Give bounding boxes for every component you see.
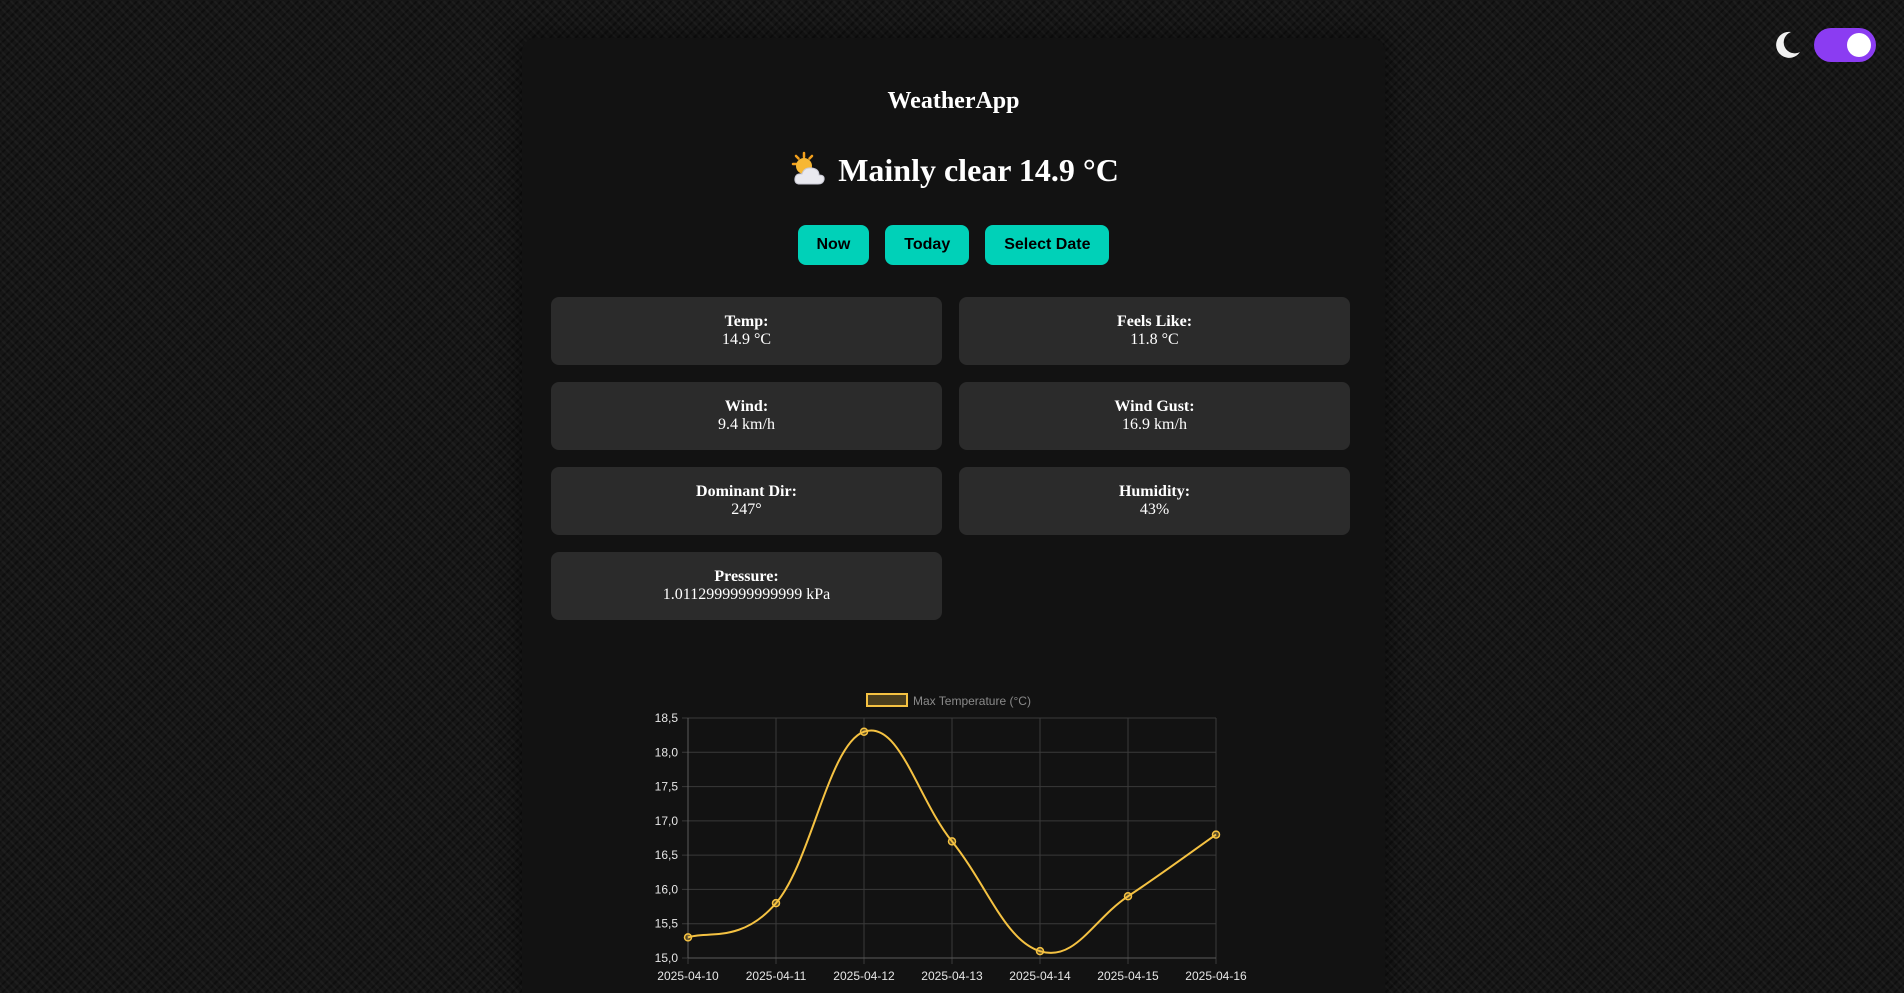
metric-label: Wind: bbox=[724, 398, 769, 415]
theme-toggle[interactable] bbox=[1770, 28, 1876, 62]
x-tick-label: 2025-04-12 bbox=[833, 969, 895, 983]
metric-feels-like: Feels Like: 11.8 °C bbox=[959, 297, 1350, 365]
app-card: WeatherApp Mainly clear 14.9 °C Now Toda… bbox=[522, 38, 1385, 993]
now-button[interactable]: Now bbox=[797, 225, 870, 265]
y-tick-label: 15,0 bbox=[655, 951, 679, 965]
metric-value: 16.9 km/h bbox=[1122, 416, 1187, 433]
x-tick-label: 2025-04-16 bbox=[1185, 969, 1247, 983]
max-temperature-chart: 15,0 15,5 16,0 16,5 17,0 17,5 18,0 18,5 2025-04-… bbox=[522, 643, 1385, 993]
time-range-buttons: Now Today Select Date bbox=[522, 225, 1385, 265]
x-tick-label: 2025-04-13 bbox=[921, 969, 983, 983]
metric-value: 9.4 km/h bbox=[718, 416, 775, 433]
metric-humidity: Humidity: 43% bbox=[959, 467, 1350, 535]
y-tick-label: 17,5 bbox=[655, 780, 679, 794]
moon-icon bbox=[1776, 31, 1800, 58]
x-tick-label: 2025-04-11 bbox=[746, 969, 807, 983]
metric-value: 247° bbox=[731, 501, 762, 518]
metric-label: Pressure: bbox=[714, 568, 779, 585]
metric-label: Temp: bbox=[724, 313, 769, 330]
data-point bbox=[683, 933, 693, 942]
y-tick-label: 16,5 bbox=[655, 848, 679, 862]
x-tick-label: 2025-04-15 bbox=[1097, 969, 1159, 983]
metric-label: Humidity: bbox=[1118, 483, 1191, 500]
metric-pressure: Pressure: 1.0112999999999999 kPa bbox=[551, 552, 942, 620]
metric-value: 11.8 °C bbox=[1130, 331, 1179, 348]
data-point bbox=[947, 837, 957, 846]
y-tick-label: 18,5 bbox=[655, 711, 679, 725]
metric-value: 43% bbox=[1139, 501, 1170, 518]
chart-canvas: 15,0 15,5 16,0 16,5 17,0 17,5 18,0 18,5 2025-04-… bbox=[655, 693, 1247, 983]
data-point bbox=[771, 898, 781, 908]
y-tick-label: 18,0 bbox=[655, 745, 679, 759]
y-tick-label: 16,0 bbox=[655, 882, 679, 896]
metric-dominant-dir: Dominant Dir: 247° bbox=[551, 467, 942, 535]
dark-mode-switch[interactable] bbox=[1814, 28, 1876, 62]
metric-value: 14.9 °C bbox=[721, 331, 772, 348]
metric-wind: Wind: 9.4 km/h bbox=[551, 382, 942, 450]
app-title: WeatherApp bbox=[887, 88, 1020, 114]
metric-label: Feels Like: bbox=[1116, 313, 1193, 330]
metric-label: Wind Gust: bbox=[1114, 398, 1195, 415]
data-point bbox=[1035, 946, 1045, 956]
y-tick-label: 15,5 bbox=[655, 917, 679, 931]
data-point bbox=[1211, 830, 1221, 839]
metric-label: Dominant Dir: bbox=[696, 483, 797, 500]
data-point bbox=[1123, 892, 1133, 901]
y-tick-label: 17,0 bbox=[655, 814, 679, 828]
metric-temp: Temp: 14.9 °C bbox=[551, 297, 942, 365]
legend-swatch bbox=[866, 693, 908, 707]
x-tick-label: 2025-04-14 bbox=[1009, 969, 1071, 983]
switch-knob bbox=[1847, 33, 1871, 57]
sun-behind-cloud-icon bbox=[791, 151, 825, 185]
metric-wind-gust: Wind Gust: 16.9 km/h bbox=[959, 382, 1350, 450]
today-button[interactable]: Today bbox=[885, 225, 970, 265]
select-date-button[interactable]: Select Date bbox=[985, 225, 1110, 265]
current-condition: Mainly clear 14.9 °C bbox=[522, 150, 1385, 190]
condition-text: Mainly clear 14.9 °C bbox=[838, 151, 1119, 188]
x-tick-label: 2025-04-10 bbox=[657, 969, 719, 983]
legend-label: Max Temperature (°C) bbox=[913, 694, 1031, 708]
data-point bbox=[859, 727, 869, 736]
metrics-grid: Temp: 14.9 °C Feels Like: 11.8 °C Wind: … bbox=[551, 297, 1351, 620]
metric-value: 1.0112999999999999 kPa bbox=[662, 586, 831, 603]
